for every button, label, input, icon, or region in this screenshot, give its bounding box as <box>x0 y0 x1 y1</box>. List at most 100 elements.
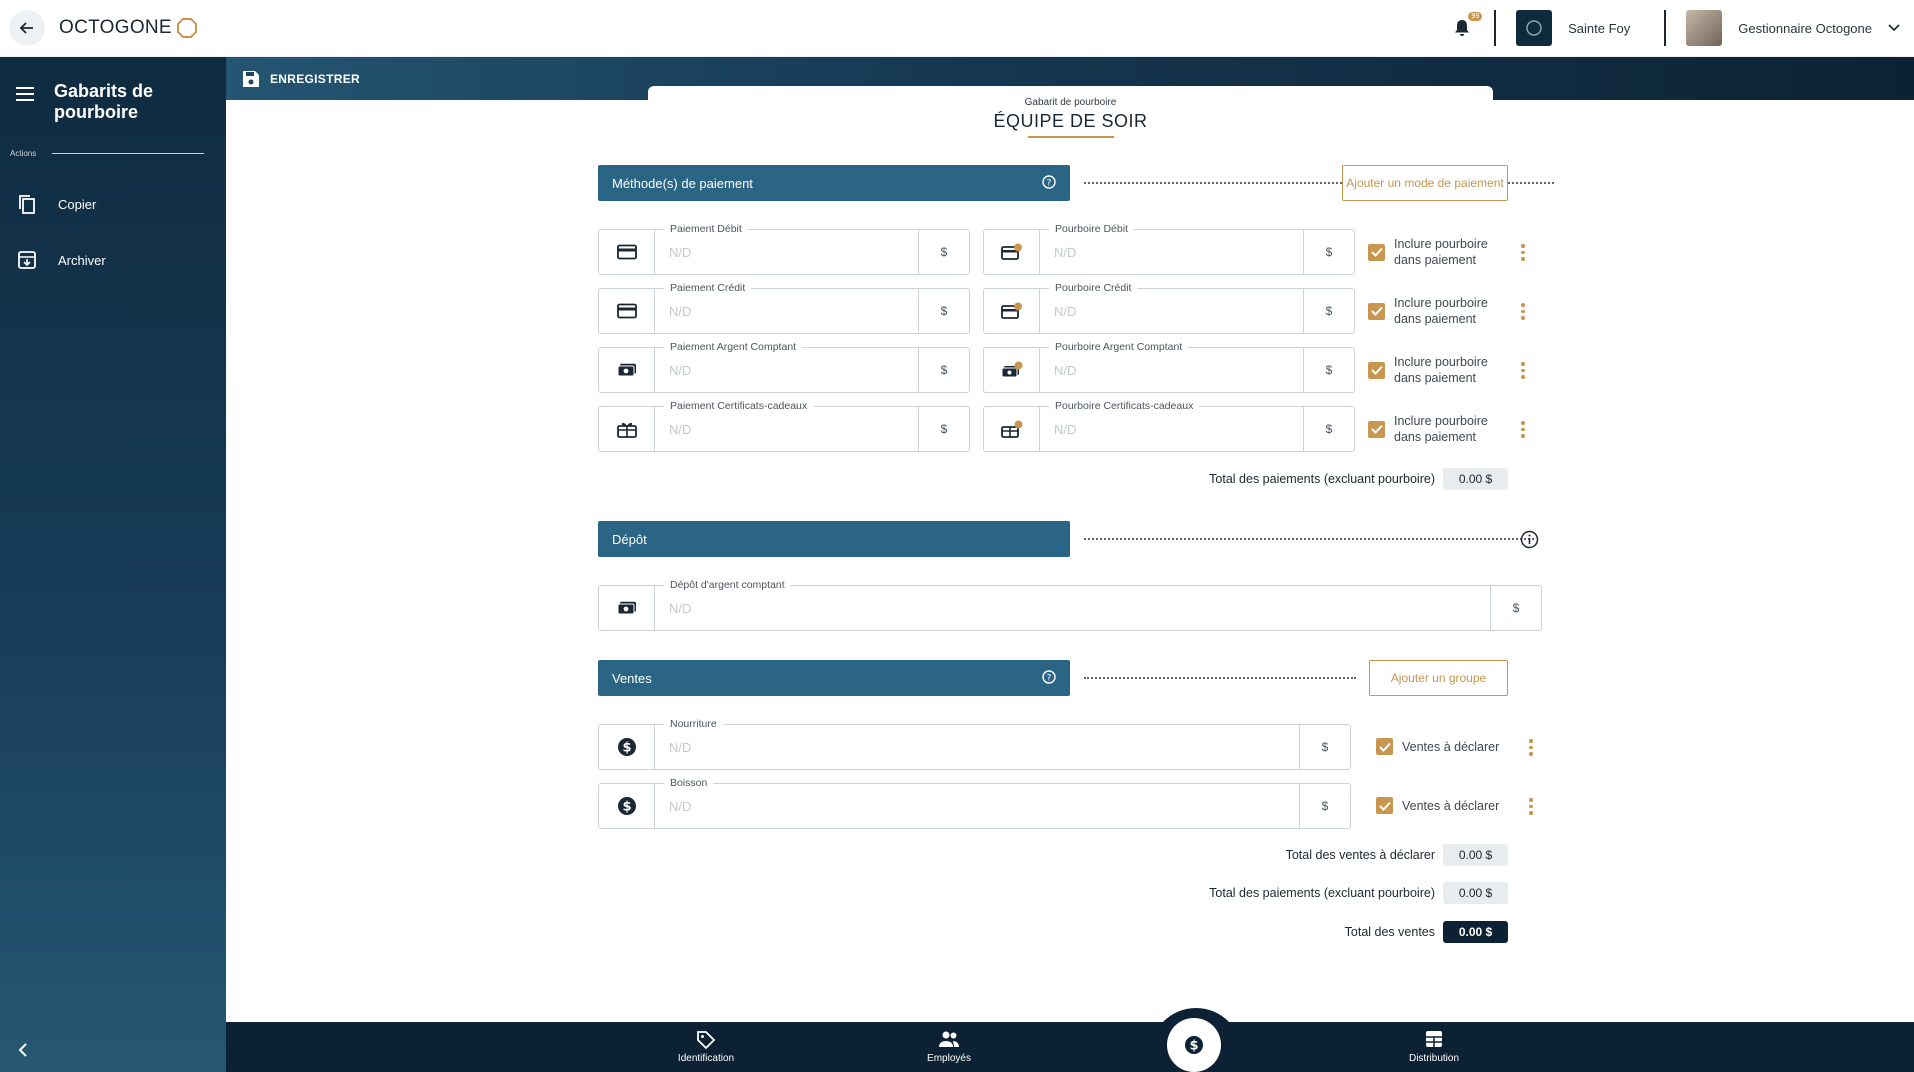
nav-distribution-center[interactable]: $ <box>1167 1018 1221 1072</box>
help-icon[interactable]: ? <box>1042 174 1056 192</box>
deposit-cash-label: Dépôt d'argent comptant <box>664 579 791 591</box>
nav-employees[interactable]: Employés <box>889 1030 1009 1064</box>
nav-distribution[interactable]: Distribution <box>1374 1030 1494 1064</box>
payment-amount-field[interactable]: N/D $ <box>598 229 970 275</box>
currency-unit: $ <box>1303 348 1354 392</box>
tip-amount-field[interactable]: N/D $ <box>983 288 1355 334</box>
add-group-button[interactable]: Ajouter un groupe <box>1369 660 1508 696</box>
row-menu-button[interactable] <box>1529 798 1533 815</box>
page-title-card: Gabarit de pourboire ÉQUIPE DE SOIR <box>648 86 1493 140</box>
currency-unit: $ <box>1299 784 1350 828</box>
checkbox[interactable] <box>1368 420 1385 438</box>
info-icon[interactable] <box>1520 530 1539 554</box>
payment-amount-field[interactable]: N/D $ <box>598 406 970 452</box>
sidebar-item-archive[interactable]: Archiver <box>0 232 226 288</box>
include-tip-checkbox[interactable]: Inclure pourboire dans paiement <box>1368 354 1493 386</box>
check-icon <box>1378 742 1391 752</box>
include-tip-checkbox[interactable]: Inclure pourboire dans paiement <box>1368 413 1493 445</box>
check-icon <box>1378 801 1391 811</box>
row-menu-button[interactable] <box>1521 244 1525 261</box>
currency-unit: $ <box>918 230 969 274</box>
add-payment-method-button[interactable]: Ajouter un mode de paiement <box>1342 165 1508 201</box>
sales-total-declared: Total des ventes à déclarer 0.00 $ <box>1126 844 1508 866</box>
user-menu[interactable]: Gestionnaire Octogone <box>1686 10 1900 46</box>
app-logo[interactable]: OCTOGONE <box>59 17 198 39</box>
check-icon <box>1370 247 1383 257</box>
tip-amount-field[interactable]: N/D $ <box>983 347 1355 393</box>
currency-unit: $ <box>1303 407 1354 451</box>
tip-amount-value: N/D <box>1054 362 1077 378</box>
check-icon <box>1370 306 1383 316</box>
sidebar: Gabarits de pourboire Actions Copier Arc… <box>0 57 226 1072</box>
notifications-button[interactable]: 99 <box>1448 12 1483 42</box>
payment-amount-label: Paiement Débit <box>664 223 748 235</box>
sales-amount-value: N/D <box>669 739 692 755</box>
total-label: Total des paiements (excluant pourboire) <box>1209 886 1435 900</box>
sidebar-item-label: Copier <box>58 196 97 212</box>
payment-section-header: Méthode(s) de paiement ? <box>598 165 1070 201</box>
menu-button[interactable] <box>16 87 34 106</box>
copy-icon <box>16 194 38 214</box>
help-icon[interactable]: ? <box>1042 669 1056 687</box>
deposit-cash-field[interactable]: N/D $ <box>598 585 1542 631</box>
currency-unit: $ <box>918 348 969 392</box>
include-tip-checkbox[interactable]: Inclure pourboire dans paiement <box>1368 295 1493 327</box>
store-emblem-icon <box>1526 20 1542 36</box>
declare-sales-checkbox[interactable]: Ventes à déclarer <box>1376 797 1516 814</box>
tip-amount-field[interactable]: N/D $ <box>983 406 1355 452</box>
actions-label: Actions <box>10 149 37 158</box>
sidebar-title: Gabarits de pourboire <box>54 81 154 122</box>
tip-amount-value: N/D <box>1054 421 1077 437</box>
row-menu-button[interactable] <box>1521 303 1525 320</box>
card-tip-icon <box>984 230 1040 274</box>
deposit-cash-value: N/D <box>669 600 692 616</box>
nav-label: Employés <box>927 1053 971 1064</box>
save-label: ENREGISTRER <box>270 71 360 86</box>
row-menu-button[interactable] <box>1521 362 1525 379</box>
svg-text:$: $ <box>622 741 631 756</box>
actions-header: Actions <box>0 123 226 158</box>
sales-amount-field[interactable]: $ N/D $ <box>598 783 1351 829</box>
sidebar-item-copy[interactable]: Copier <box>0 176 226 232</box>
payment-amount-label: Paiement Crédit <box>664 282 752 294</box>
store-name: Sainte Foy <box>1568 20 1631 36</box>
row-menu-button[interactable] <box>1521 421 1525 438</box>
sales-payments-total: Total des paiements (excluant pourboire)… <box>1126 882 1508 904</box>
sales-amount-field[interactable]: $ N/D $ <box>598 724 1351 770</box>
credit-card-icon <box>599 230 655 274</box>
notification-badge: 99 <box>1468 12 1483 21</box>
checkbox-label: Ventes à déclarer <box>1402 739 1500 754</box>
back-button[interactable] <box>9 10 45 46</box>
row-menu-button[interactable] <box>1529 739 1533 756</box>
payment-amount-field[interactable]: N/D $ <box>598 288 970 334</box>
checkbox[interactable] <box>1368 361 1385 379</box>
include-tip-checkbox[interactable]: Inclure pourboire dans paiement <box>1368 236 1493 268</box>
store-selector[interactable]: Sainte Foy <box>1516 10 1630 46</box>
payment-section-title: Méthode(s) de paiement <box>612 175 753 191</box>
dollar-circle-icon: $ <box>599 784 655 828</box>
tip-amount-field[interactable]: N/D $ <box>983 229 1355 275</box>
checkbox[interactable] <box>1376 797 1393 814</box>
nav-label: Identification <box>677 1053 735 1064</box>
payments-total: Total des paiements (excluant pourboire)… <box>1126 468 1508 490</box>
sales-section-title: Ventes <box>612 670 652 686</box>
sales-amount-label: Boisson <box>664 777 714 789</box>
checkbox-label: Inclure pourboire dans paiement <box>1394 414 1488 444</box>
checkbox[interactable] <box>1368 243 1385 261</box>
gift-tip-icon <box>984 407 1040 451</box>
checkbox[interactable] <box>1376 738 1393 755</box>
total-label: Total des ventes à déclarer <box>1285 848 1435 862</box>
checkbox-label: Ventes à déclarer <box>1402 798 1500 813</box>
divider <box>1494 10 1497 46</box>
collapse-sidebar-button[interactable] <box>18 1043 28 1062</box>
save-button[interactable]: ENREGISTRER <box>242 57 360 100</box>
checkbox[interactable] <box>1368 302 1385 320</box>
declare-sales-checkbox[interactable]: Ventes à déclarer <box>1376 738 1516 755</box>
tip-amount-value: N/D <box>1054 303 1077 319</box>
payment-amount-field[interactable]: N/D $ <box>598 347 970 393</box>
total-label: Total des paiements (excluant pourboire) <box>1209 472 1435 486</box>
tag-icon <box>646 1030 766 1050</box>
archive-icon <box>16 251 38 269</box>
nav-identification[interactable]: Identification <box>646 1030 766 1064</box>
sidebar-item-label: Archiver <box>58 252 106 268</box>
